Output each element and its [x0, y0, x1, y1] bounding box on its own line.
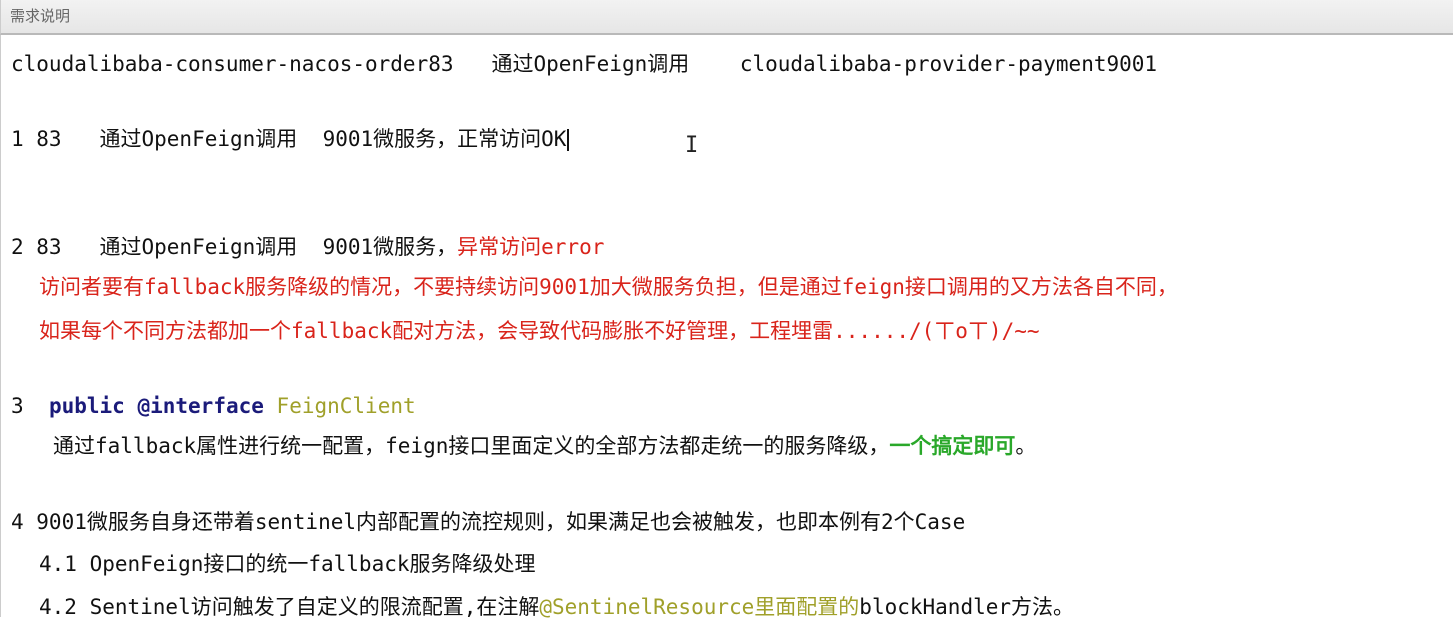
- consumer-name: cloudalibaba-consumer-nacos-order83: [11, 52, 454, 76]
- item-4: 4 9001微服务自身还带着sentinel内部配置的流控规则，如果满足也会被触…: [11, 510, 966, 534]
- item-2: 2 83 通过OpenFeign调用 9001微服务，异常访问error: [11, 233, 604, 261]
- item-3-end: 。: [1015, 434, 1037, 458]
- item-2-detail-2: 如果每个不同方法都加一个fallback配对方法，会导致代码膨胀不好管理，工程埋…: [39, 319, 1040, 343]
- keyword: public @interface: [48, 394, 264, 418]
- item-2-detail-1: 访问者要有fallback服务降级的情况，不要持续访问9001加大微服务负担，但…: [39, 275, 1178, 299]
- item-3-desc: 通过fallback属性进行统一配置，feign接口里面定义的全部方法都走统一的…: [53, 432, 1036, 460]
- document-body[interactable]: cloudalibaba-consumer-nacos-order83 通过Op…: [0, 35, 1453, 619]
- text-cursor: [567, 129, 570, 151]
- item-3-desc-text: 通过fallback属性进行统一配置，feign接口里面定义的全部方法都走统一的…: [53, 434, 890, 458]
- provider-name: cloudalibaba-provider-payment9001: [739, 52, 1158, 76]
- item-3: 3 public @interface FeignClient: [11, 392, 416, 420]
- item-2-text: 2 83 通过OpenFeign调用 9001微服务，: [11, 235, 458, 259]
- annotation-name: @SentinelResource里面配置的: [539, 595, 860, 619]
- section-title: 需求说明: [0, 0, 1453, 35]
- via-text: 通过OpenFeign调用: [491, 52, 690, 76]
- item-2-error: 异常访问error: [457, 235, 605, 259]
- item-3-num: 3: [11, 394, 37, 418]
- item-4-2-end: blockHandler方法。: [859, 595, 1075, 619]
- ibeam-cursor-icon: I: [685, 133, 699, 158]
- item-4-2-text: 4.2 Sentinel访问触发了自定义的限流配置,在注解: [39, 595, 540, 619]
- item-1: 1 83 通过OpenFeign调用 9001微服务，正常访问OK: [11, 125, 570, 153]
- item-4-1: 4.1 OpenFeign接口的统一fallback服务降级处理: [39, 552, 536, 576]
- class-name: FeignClient: [276, 394, 416, 418]
- item-3-highlight: 一个搞定即可: [889, 434, 1016, 458]
- overview-line: cloudalibaba-consumer-nacos-order83 通过Op…: [11, 50, 1157, 78]
- item-1-text: 1 83 通过OpenFeign调用 9001微服务，正常访问OK: [11, 127, 567, 151]
